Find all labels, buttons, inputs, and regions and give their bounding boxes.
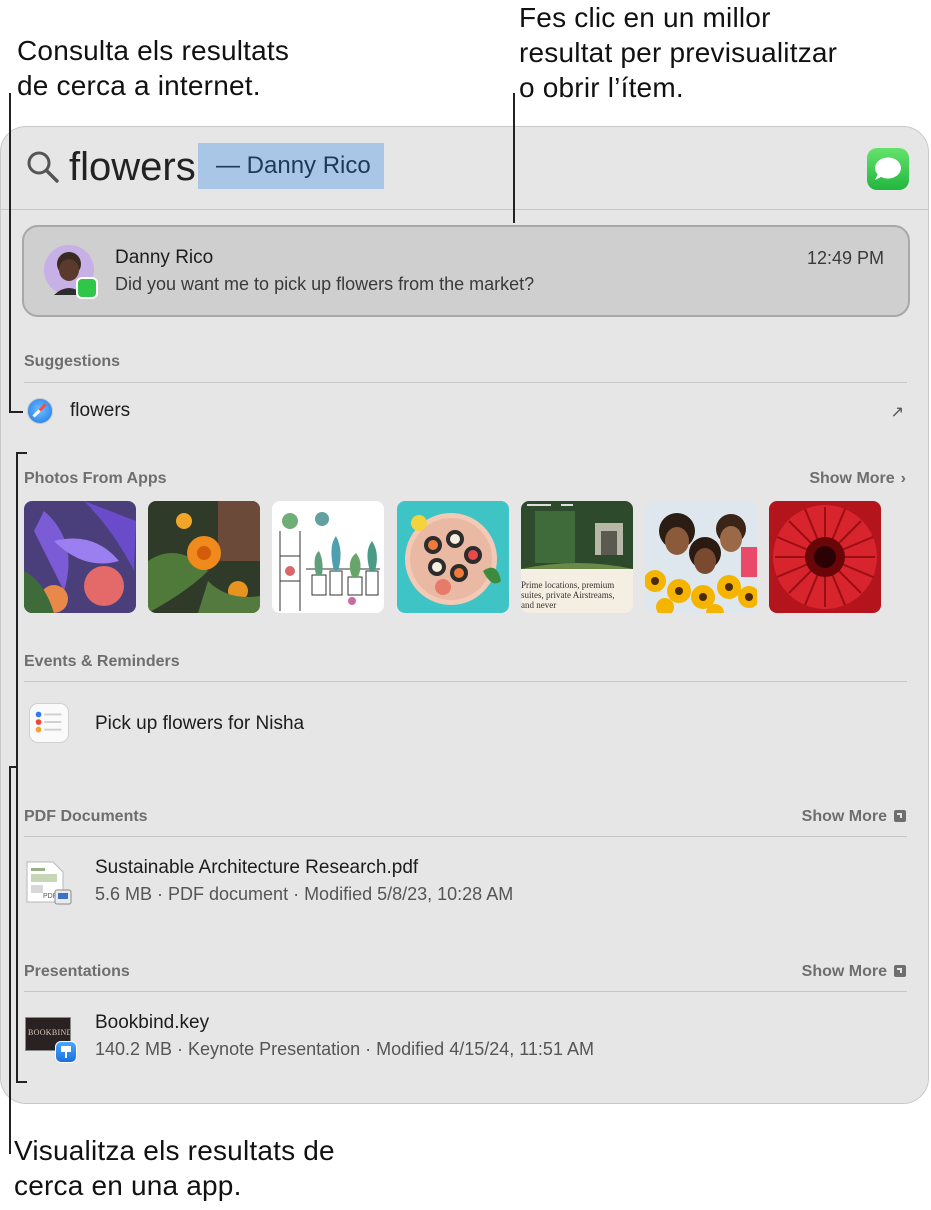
search-icon: [27, 151, 59, 183]
open-arrow-icon[interactable]: ↗: [891, 402, 904, 422]
messages-icon[interactable]: [867, 148, 909, 190]
pdf-document-icon: PDF: [25, 860, 73, 906]
pdf-show-more-button[interactable]: Show More: [802, 808, 906, 826]
pdf-title: Sustainable Architecture Research.pdf: [95, 857, 419, 878]
callout-line: de cerca a internet.: [17, 70, 261, 101]
sushi-plate-photo[interactable]: [397, 501, 509, 613]
show-more-label: Show More: [809, 470, 895, 487]
callout-leader-line: [9, 93, 11, 412]
callout-line: Consulta els resultats: [17, 35, 290, 66]
plant-sketch-photo[interactable]: [272, 501, 384, 613]
magazine-caption: Prime locations, premium suites, private…: [521, 580, 615, 610]
callout-top-left: Consulta els resultats de cerca a intern…: [17, 33, 289, 103]
search-input[interactable]: flowers: [69, 143, 196, 191]
chevron-right-icon: ›: [900, 470, 906, 487]
garden-magazine-photo[interactable]: Prime locations, premium suites, private…: [521, 501, 633, 613]
callout-leader-line: [9, 411, 23, 413]
divider: [24, 681, 907, 682]
top-hit-result[interactable]: Danny Rico Did you want me to pick up fl…: [22, 225, 910, 317]
contact-name: Danny Rico: [115, 247, 214, 268]
suggestion-label: flowers: [70, 400, 131, 421]
show-more-label: Show More: [801, 963, 887, 980]
callout-bracket: [16, 452, 27, 454]
callout-leader-line: [9, 766, 11, 1154]
presentations-show-more-button[interactable]: Show More: [802, 963, 906, 981]
callout-line: cerca en una app.: [14, 1170, 242, 1201]
section-header-pdf: PDF Documents: [24, 808, 148, 825]
reminder-title: Pick up flowers for Nisha: [95, 713, 305, 734]
friends-sunflowers-photo[interactable]: [645, 501, 757, 613]
divider: [24, 836, 907, 837]
section-header-photos: Photos From Apps: [24, 470, 167, 487]
callout-leader-line: [513, 93, 515, 223]
iris-flowers-photo[interactable]: [24, 501, 136, 613]
search-bar[interactable]: flowers — Danny Rico: [1, 127, 928, 210]
keynote-document-icon: BOOKBIND: [25, 1017, 79, 1065]
safari-icon: [27, 398, 53, 424]
section-header-presentations: Presentations: [24, 963, 130, 980]
pdf-result-item[interactable]: PDF Sustainable Architecture Research.pd…: [1, 852, 928, 912]
callout-line: Fes clic en un millor: [519, 2, 771, 33]
photos-show-more-button[interactable]: Show More ›: [809, 470, 906, 488]
message-preview: Did you want me to pick up flowers from …: [115, 274, 535, 294]
open-in-app-icon: [894, 810, 906, 822]
avatar: [44, 245, 98, 299]
callout-bottom: Visualitza els resultats de cerca en una…: [14, 1133, 335, 1203]
callout-bracket: [16, 1081, 27, 1083]
divider: [24, 991, 907, 992]
pdf-subtitle: 5.6 MB · PDF document · Modified 5/8/23,…: [95, 884, 514, 904]
keynote-result-item[interactable]: BOOKBIND Bookbind.key 140.2 MB · Keynote…: [1, 1007, 928, 1067]
callout-line: Visualitza els resultats de: [14, 1135, 335, 1166]
section-header-events: Events & Reminders: [24, 653, 180, 670]
reminder-item[interactable]: Pick up flowers for Nisha: [1, 699, 928, 749]
reminders-icon: [29, 703, 69, 743]
orange-marigold-photo[interactable]: [148, 501, 260, 613]
keynote-subtitle: 140.2 MB · Keynote Presentation · Modifi…: [95, 1039, 594, 1059]
messages-badge-icon: [76, 277, 98, 299]
message-time: 12:49 PM: [806, 248, 884, 268]
section-header-suggestions: Suggestions: [24, 353, 121, 370]
callout-line: resultat per previsualitzar: [519, 37, 838, 68]
keynote-badge-icon: [55, 1041, 77, 1063]
keynote-title: Bookbind.key: [95, 1012, 210, 1033]
search-completion: — Danny Rico: [198, 143, 384, 189]
divider: [24, 382, 907, 383]
spotlight-panel: flowers — Danny Rico Danny Rico Did you …: [0, 126, 929, 1104]
callout-top-right: Fes clic en un millor resultat per previ…: [519, 0, 837, 105]
suggestion-item[interactable]: flowers ↗: [1, 390, 928, 432]
callout-line: o obrir l’ítem.: [519, 72, 684, 103]
keynote-thumb-text: BOOKBIND: [28, 1028, 71, 1037]
show-more-label: Show More: [801, 808, 887, 825]
red-gerbera-photo[interactable]: [769, 501, 881, 613]
open-in-app-icon: [894, 965, 906, 977]
